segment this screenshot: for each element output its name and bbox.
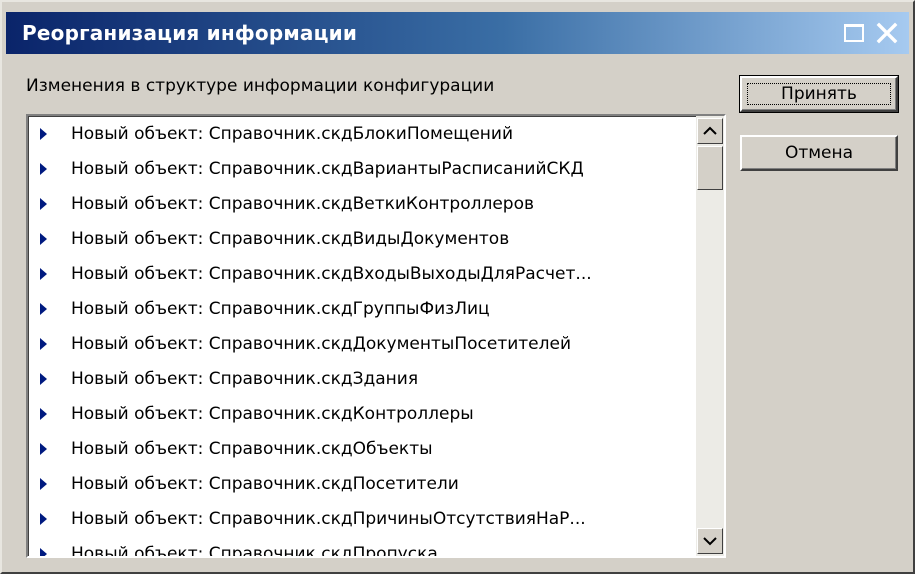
list-item-label: Новый объект: Справочник.скдКонтроллеры xyxy=(71,403,474,424)
list-item-label: Новый объект: Справочник.скдВходыВыходыД… xyxy=(71,263,592,284)
triangle-right-icon xyxy=(40,512,47,525)
triangle-right-icon xyxy=(40,127,47,140)
list-item-label: Новый объект: Справочник.скдЗдания xyxy=(71,368,419,389)
vertical-scrollbar[interactable] xyxy=(696,116,724,556)
triangle-right-icon xyxy=(40,232,47,245)
maximize-button[interactable] xyxy=(839,18,869,48)
triangle-right-icon xyxy=(40,372,47,385)
triangle-right-icon xyxy=(40,442,47,455)
changes-caption: Изменения в структуре информации конфигу… xyxy=(26,76,495,96)
triangle-right-icon xyxy=(40,267,47,280)
scroll-up-button[interactable] xyxy=(697,118,723,144)
cancel-button-label: Отмена xyxy=(784,143,854,163)
list-item[interactable]: Новый объект: Справочник.скдОбъекты xyxy=(28,431,696,466)
list-item[interactable]: Новый объект: Справочник.скдПосетители xyxy=(28,466,696,501)
focus-rectangle xyxy=(747,83,891,105)
triangle-right-icon xyxy=(40,547,47,556)
triangle-right-icon xyxy=(40,197,47,210)
scrollbar-thumb[interactable] xyxy=(697,146,723,190)
list-item[interactable]: Новый объект: Справочник.скдВариантыРасп… xyxy=(28,151,696,186)
cancel-button[interactable]: Отмена xyxy=(740,135,898,171)
list-item-label: Новый объект: Справочник.скдПосетители xyxy=(71,473,459,494)
list-item[interactable]: Новый объект: Справочник.скдВидыДокумент… xyxy=(28,221,696,256)
reorganization-dialog: Реорганизация информации Изменения в стр… xyxy=(0,0,915,574)
list-item[interactable]: Новый объект: Справочник.скдБлокиПомещен… xyxy=(28,116,696,151)
list-item-label: Новый объект: Справочник.скдГруппыФизЛиц xyxy=(71,298,490,319)
list-item[interactable]: Новый объект: Справочник.скдПричиныОтсут… xyxy=(28,501,696,536)
accept-button[interactable]: Принять xyxy=(739,75,899,113)
list-item[interactable]: Новый объект: Справочник.скдЗдания xyxy=(28,361,696,396)
list-item-label: Новый объект: Справочник.скдПропуска xyxy=(71,543,438,558)
triangle-right-icon xyxy=(40,337,47,350)
list-item-label: Новый объект: Справочник.скдВариантыРасп… xyxy=(71,158,584,179)
list-item[interactable]: Новый объект: Справочник.скдГруппыФизЛиц xyxy=(28,291,696,326)
window-title: Реорганизация информации xyxy=(22,21,358,45)
list-item[interactable]: Новый объект: Справочник.скдДокументыПос… xyxy=(28,326,696,361)
list-item[interactable]: Новый объект: Справочник.скдВходыВыходыД… xyxy=(28,256,696,291)
close-button[interactable] xyxy=(872,18,902,48)
scroll-up-arrow-icon xyxy=(703,126,717,135)
triangle-right-icon xyxy=(40,302,47,315)
list-item-label: Новый объект: Справочник.скдДокументыПос… xyxy=(71,333,572,354)
changes-list-rows: Новый объект: Справочник.скдБлокиПомещен… xyxy=(28,116,696,558)
list-item-label: Новый объект: Справочник.скдБлокиПомещен… xyxy=(71,123,513,144)
list-item-label: Новый объект: Справочник.скдВеткиКонтрол… xyxy=(71,193,535,214)
list-item[interactable]: Новый объект: Справочник.скдВеткиКонтрол… xyxy=(28,186,696,221)
list-item-label: Новый объект: Справочник.скдОбъекты xyxy=(71,438,433,459)
triangle-right-icon xyxy=(40,162,47,175)
list-item-label: Новый объект: Справочник.скдПричиныОтсут… xyxy=(71,508,586,529)
list-item[interactable]: Новый объект: Справочник.скдКонтроллеры xyxy=(28,396,696,431)
title-bar[interactable]: Реорганизация информации xyxy=(6,12,909,54)
list-item-label: Новый объект: Справочник.скдВидыДокумент… xyxy=(71,228,510,249)
scroll-down-arrow-icon xyxy=(703,537,717,546)
list-item[interactable]: Новый объект: Справочник.скдПропуска xyxy=(28,536,696,558)
scroll-down-button[interactable] xyxy=(697,528,723,554)
maximize-icon xyxy=(844,24,864,42)
triangle-right-icon xyxy=(40,477,47,490)
changes-list[interactable]: Новый объект: Справочник.скдБлокиПомещен… xyxy=(26,114,726,558)
triangle-right-icon xyxy=(40,407,47,420)
close-icon xyxy=(876,22,898,44)
